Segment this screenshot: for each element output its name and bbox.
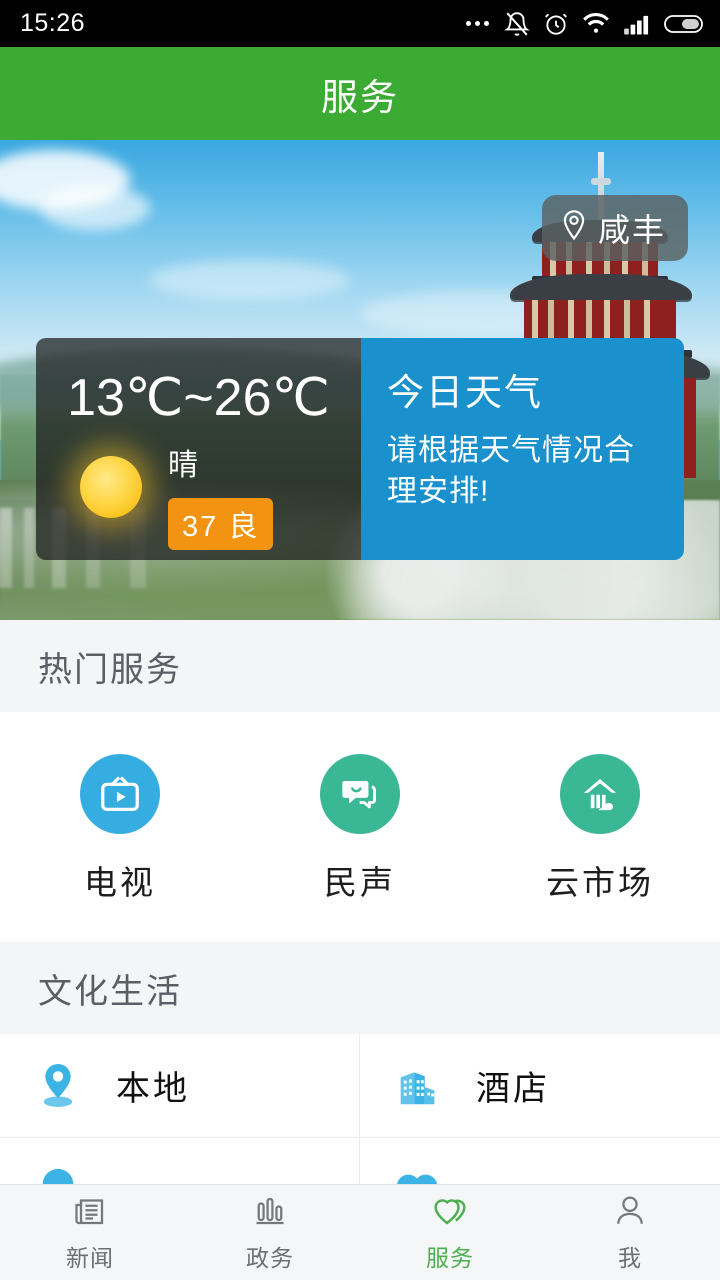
chat-bubbles-icon <box>320 754 400 834</box>
bottom-navigation: 新闻 政务 服务 我 <box>0 1184 720 1280</box>
cultural-item-partial[interactable] <box>360 1138 720 1184</box>
cultural-item-partial[interactable] <box>0 1138 360 1184</box>
hot-services-grid: 电视 民声 云市场 <box>0 712 720 942</box>
bar-chart-icon <box>252 1193 288 1234</box>
status-time: 15:26 <box>20 9 86 37</box>
weather-card[interactable]: 13℃~26℃ 晴 37 良 今日天气 请根据天气情况合理安排! <box>36 338 684 560</box>
app-screen: 15:26 服务 咸丰 13℃~26℃ 晴 37 良 今日天气 请根据天气情况合… <box>0 0 720 1280</box>
partial-circle-icon <box>30 1162 86 1184</box>
notification-muted-icon <box>504 10 530 38</box>
cultural-life-grid: 本地 酒店 <box>0 1034 720 1184</box>
nav-tab-profile[interactable]: 我 <box>540 1185 720 1280</box>
aqi-level: 良 <box>228 511 260 543</box>
weather-tip-title: 今日天气 <box>387 372 543 413</box>
status-icon-group <box>466 10 706 38</box>
hot-service-label: 民声 <box>324 864 396 901</box>
cloud-decoration <box>150 260 350 300</box>
status-bar: 15:26 <box>0 0 720 47</box>
weather-text-column: 晴 37 良 <box>168 434 274 550</box>
nav-tab-label: 服务 <box>426 1244 474 1271</box>
hot-service-market[interactable]: 云市场 <box>480 754 720 904</box>
sun-icon <box>58 434 168 534</box>
cloud-decoration <box>40 186 150 230</box>
location-badge[interactable]: 咸丰 <box>541 195 688 261</box>
aqi-badge: 37 良 <box>168 498 274 550</box>
tv-icon <box>80 754 160 834</box>
cultural-item-hotel[interactable]: 酒店 <box>360 1034 720 1138</box>
hot-service-voice[interactable]: 民声 <box>240 754 480 904</box>
pagoda-roof <box>510 274 692 300</box>
hot-services-title: 热门服务 <box>38 650 182 689</box>
heart-icon <box>431 1193 469 1234</box>
hotel-buildings-icon <box>390 1058 446 1114</box>
cultural-life-title: 文化生活 <box>38 972 182 1011</box>
partial-shape-icon <box>390 1162 446 1184</box>
cultural-item-label: 本地 <box>116 1070 190 1108</box>
hot-services-header: 热门服务 <box>0 620 720 712</box>
alarm-clock-icon <box>543 10 569 38</box>
hot-service-tv[interactable]: 电视 <box>0 754 240 904</box>
temperature-range: 13℃~26℃ <box>67 369 330 427</box>
cultural-life-row: 本地 酒店 <box>0 1034 720 1138</box>
location-name: 咸丰 <box>597 212 666 248</box>
cultural-life-row-partial <box>0 1138 720 1184</box>
nav-tab-services[interactable]: 服务 <box>360 1185 540 1280</box>
location-pin-icon <box>560 209 588 248</box>
app-title-bar: 服务 <box>0 47 720 140</box>
nav-tab-label: 我 <box>618 1244 642 1271</box>
weather-tip-panel: 今日天气 请根据天气情况合理安排! <box>361 338 684 560</box>
cultural-life-header: 文化生活 <box>0 942 720 1034</box>
nav-tab-label: 新闻 <box>66 1244 114 1271</box>
more-dots-icon <box>466 21 489 26</box>
page-title: 服务 <box>321 76 399 118</box>
signal-bars-icon <box>623 12 651 36</box>
weather-summary-panel: 13℃~26℃ 晴 37 良 <box>36 338 361 560</box>
newspaper-icon <box>72 1193 108 1234</box>
hot-service-label: 电视 <box>84 864 156 901</box>
battery-icon <box>664 12 706 36</box>
wifi-icon <box>582 12 610 36</box>
weather-condition: 晴 <box>168 449 199 482</box>
weather-detail-row: 晴 37 良 <box>36 434 361 550</box>
nav-tab-news[interactable]: 新闻 <box>0 1185 180 1280</box>
market-house-icon <box>560 754 640 834</box>
location-pin-icon <box>30 1058 86 1114</box>
nav-tab-label: 政务 <box>246 1244 294 1271</box>
weather-tip-desc: 请根据天气情况合理安排! <box>387 434 635 509</box>
cultural-item-label: 酒店 <box>476 1070 550 1108</box>
person-icon <box>612 1193 648 1234</box>
hero-banner: 咸丰 13℃~26℃ 晴 37 良 今日天气 请根据天气情况合理安排! <box>0 140 720 620</box>
cultural-item-local[interactable]: 本地 <box>0 1034 360 1138</box>
nav-tab-government[interactable]: 政务 <box>180 1185 360 1280</box>
hot-service-label: 云市场 <box>546 864 654 901</box>
aqi-value: 37 <box>182 511 219 543</box>
